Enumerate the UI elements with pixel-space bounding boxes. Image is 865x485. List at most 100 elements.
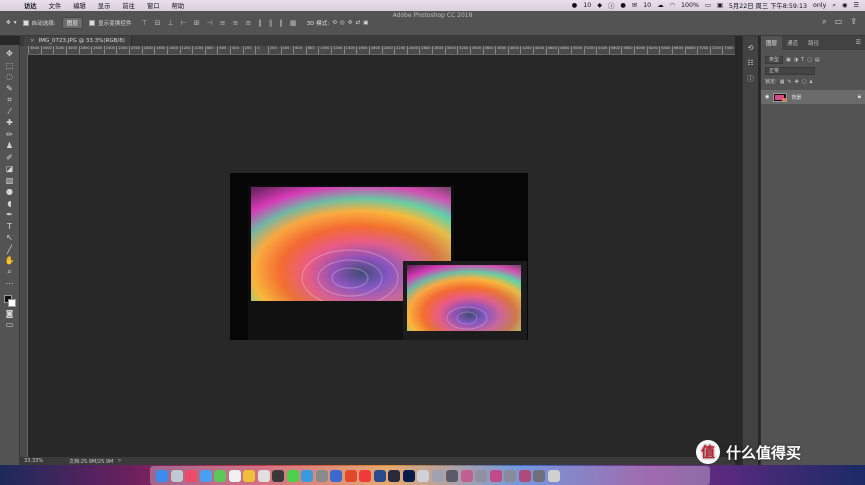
lock-pixels-icon[interactable]: ▦ — [780, 79, 785, 85]
lasso-tool-icon[interactable]: ◌ — [3, 71, 17, 83]
horizontal-ruler[interactable]: 3600 3400 3200 3000 2800 2600 2400 2200 2000 1800… — [28, 46, 735, 55]
clock[interactable]: 5月22日 周三 下午8:59:13 — [729, 1, 807, 10]
netease-music-icon[interactable] — [359, 469, 371, 482]
menu-view[interactable]: 显示 — [92, 1, 117, 10]
align-bottom-icon[interactable]: ⊥ — [168, 19, 174, 27]
app-store-icon[interactable] — [301, 469, 313, 482]
adjust-panel-icon[interactable]: ☷ — [747, 59, 753, 67]
cloud-icon[interactable]: ☁ — [657, 2, 663, 9]
hand-tool-icon[interactable]: ✋ — [3, 255, 17, 267]
align-vcenter-icon[interactable]: ⊟ — [155, 19, 161, 27]
panel-menu-icon[interactable]: ☰ — [856, 39, 861, 46]
battery-icon[interactable]: ▭ — [705, 2, 711, 9]
vertical-ruler[interactable] — [20, 55, 28, 457]
3d-slide-icon[interactable]: ⇄ — [355, 20, 360, 26]
ruler-corner[interactable] — [20, 46, 28, 55]
info-icon[interactable]: ⓘ — [608, 1, 614, 10]
distribute-right-icon[interactable]: ‖ — [279, 19, 283, 27]
notes-icon[interactable] — [243, 469, 255, 482]
tab-layers[interactable]: 图层 — [761, 36, 783, 50]
calendar-icon[interactable] — [228, 469, 241, 482]
distribute-top-icon[interactable]: ≡ — [220, 19, 226, 27]
canvas-area[interactable] — [28, 55, 735, 457]
align-left-icon[interactable]: ⊢ — [181, 19, 187, 27]
notification-center-icon[interactable]: ☰ — [853, 2, 859, 9]
lock-paint-icon[interactable]: ✎ — [787, 79, 791, 85]
screenshot-thumb-icon[interactable] — [533, 469, 545, 482]
lock-all-icon[interactable]: 🔒︎ — [810, 79, 813, 85]
search-icon[interactable]: ⌕ — [832, 2, 836, 10]
lock-artboard-icon[interactable]: ▢ — [802, 79, 807, 85]
menu-window[interactable]: 窗口 — [141, 1, 166, 10]
downloads-folder-icon[interactable] — [417, 469, 429, 482]
pen-tool-icon[interactable]: ✒ — [3, 209, 17, 221]
screenshot-thumb-icon[interactable] — [518, 469, 531, 482]
history-brush-icon[interactable]: ✐ — [3, 152, 17, 164]
maps-icon[interactable] — [214, 469, 226, 482]
distribute-bottom-icon[interactable]: ≡ — [245, 19, 251, 27]
background-color[interactable] — [7, 298, 16, 307]
photos-icon[interactable] — [257, 469, 270, 482]
gradient-tool-icon[interactable]: ▧ — [3, 175, 17, 187]
input-method-icon[interactable]: ▣ — [717, 2, 723, 9]
filter-adjust-icon[interactable]: ◑ — [794, 57, 798, 63]
filter-smart-icon[interactable]: ▤ — [815, 57, 820, 63]
distribute-left-icon[interactable]: ‖ — [258, 19, 262, 27]
search-icon[interactable]: ⌕ — [822, 17, 826, 27]
filter-kind-dropdown[interactable]: 类型 — [765, 55, 784, 64]
clone-stamp-icon[interactable]: ♟ — [3, 140, 17, 152]
blend-mode-dropdown[interactable]: 正常 — [765, 66, 815, 75]
screenshot-thumb-icon[interactable] — [460, 469, 473, 482]
screenshot-thumb-icon[interactable] — [431, 469, 444, 482]
qq-icon[interactable] — [272, 469, 284, 482]
auto-align-icon[interactable]: ▦ — [290, 19, 297, 27]
filter-type-icon[interactable]: T — [801, 57, 804, 63]
quick-select-tool-icon[interactable]: ✎ — [3, 83, 17, 95]
wechat-icon[interactable]: ✉ — [632, 2, 637, 9]
history-panel-icon[interactable]: ⟲ — [748, 44, 754, 52]
align-right-icon[interactable]: ⊣ — [207, 19, 213, 27]
3d-roll-icon[interactable]: ◎ — [340, 20, 345, 26]
launchpad-icon[interactable] — [170, 469, 183, 482]
align-top-icon[interactable]: ⊤ — [142, 19, 148, 27]
distribute-vcenter-icon[interactable]: ≡ — [233, 19, 239, 27]
menu-file[interactable]: 文件 — [43, 1, 68, 10]
filter-shape-icon[interactable]: ▢ — [807, 57, 812, 63]
status-menu-arrow[interactable]: > — [117, 458, 121, 464]
document-image[interactable] — [230, 173, 528, 340]
photoshop-icon[interactable] — [402, 469, 415, 482]
trash-icon[interactable] — [547, 469, 560, 482]
zoom-level[interactable]: 33.33% — [20, 458, 47, 464]
screenshot-thumb-icon[interactable] — [504, 469, 516, 482]
filter-pixel-icon[interactable]: ▣ — [786, 57, 791, 63]
dropbox-icon[interactable]: ◆ — [597, 2, 602, 9]
lock-move-icon[interactable]: ✥ — [795, 79, 799, 85]
3d-scale-icon[interactable]: ▣ — [363, 20, 368, 26]
workspace-icon[interactable]: ▭ — [835, 17, 843, 27]
3d-rotate-icon[interactable]: ⟲ — [332, 20, 337, 26]
tab-paths[interactable]: 路径 — [803, 36, 824, 50]
finder-icon[interactable] — [156, 469, 168, 482]
wifi-icon[interactable]: ◠ — [669, 2, 675, 9]
vscode-icon[interactable] — [373, 469, 386, 482]
type-tool-icon[interactable]: T — [3, 221, 17, 233]
terminal-icon[interactable] — [388, 469, 400, 482]
notification-icon[interactable]: ● — [572, 2, 578, 9]
tab-channels[interactable]: 通道 — [782, 36, 803, 50]
user-name[interactable]: only — [813, 2, 826, 9]
share-icon[interactable]: ⇪ — [850, 17, 857, 27]
screenshot-thumb-icon[interactable] — [446, 469, 458, 482]
zoom-tool-icon[interactable]: ⌕ — [3, 267, 17, 279]
crop-tool-icon[interactable]: ⌗ — [3, 94, 17, 106]
eraser-tool-icon[interactable]: ◪ — [3, 163, 17, 175]
visibility-eye-icon[interactable]: ◉ — [765, 94, 769, 100]
close-tab-icon[interactable]: × — [30, 38, 35, 44]
siri-icon[interactable]: ◉ — [842, 2, 848, 9]
more-tools-icon[interactable]: ⋯ — [3, 278, 17, 290]
chat-icon[interactable]: ● — [620, 2, 626, 9]
3d-pan-icon[interactable]: ✣ — [348, 20, 353, 26]
distribute-hcenter-icon[interactable]: ‖ — [269, 19, 273, 27]
marquee-tool-icon[interactable]: ⬚ — [3, 60, 17, 72]
menu-go[interactable]: 前往 — [116, 1, 141, 10]
show-transform-checkbox[interactable]: 显示变换控件 — [88, 19, 132, 27]
